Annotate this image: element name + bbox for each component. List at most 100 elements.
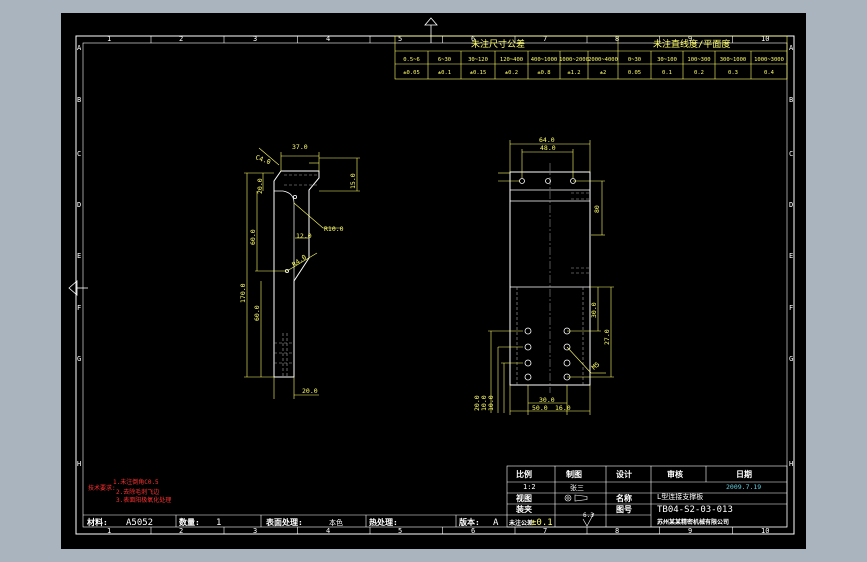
tb-qty-label: 数量: (179, 517, 200, 527)
zone-col-label: 10 (761, 527, 769, 535)
projection-symbol-icon (564, 494, 588, 502)
right-dim-thread: M5 (590, 360, 601, 371)
tolerance-value-cell: ±0.05 (403, 70, 420, 76)
left-view (273, 170, 320, 378)
tolerance-title-left: 未注尺寸公差 (471, 38, 525, 50)
zone-row-label: A (789, 44, 794, 52)
zone-col-label: 1 (107, 35, 111, 43)
zone-row-label: E (789, 252, 793, 260)
tolerance-value-cell: ±1.2 (567, 70, 580, 76)
left-dim-total-height: 170.0 (239, 283, 247, 303)
left-dim-radius: R10.0 (324, 225, 344, 233)
tb-version-label: 版本: (458, 517, 480, 527)
tolerance-value-cell: ±0.15 (470, 70, 487, 76)
tolerance-range-cell: 30~120 (468, 57, 488, 63)
zone-row-label: H (789, 460, 793, 468)
tolerance-cells: 0.5~6 ±0.05 6~30 ±0.1 30~120 ±0.15 120~400 ±0.2… (403, 51, 784, 79)
left-dim-slot: 15.0 (349, 173, 357, 189)
tolerance-value-cell: 0.1 (662, 70, 672, 76)
right-view-holes (519, 178, 576, 381)
zone-row-label: D (789, 201, 793, 209)
right-dim-lower: 27.0 (603, 329, 611, 345)
zone-col-label: 1 (107, 527, 111, 535)
tb-date-value: 2009.7.19 (726, 483, 761, 491)
tb-surface-label: 表面处理: (265, 517, 303, 527)
tolerance-value-cell: 0.3 (728, 70, 738, 76)
right-dim-v3: 10.0 (487, 395, 495, 411)
tb-drawn-value: 张三 (570, 483, 584, 492)
tolerance-value-cell: 0.05 (628, 70, 641, 76)
notes-line-1: 1.未注倒角C0.5 (113, 478, 159, 486)
tb-scale-value: 1:2 (523, 483, 536, 491)
zone-col-label: 9 (688, 527, 692, 535)
tolerance-range-cell: 400~1000 (531, 57, 558, 63)
zone-row-label: H (77, 460, 81, 468)
tolerance-range-cell: 30~100 (657, 57, 677, 63)
right-dim-top: 80 (593, 205, 601, 213)
left-dim-top-height: 20.0 (256, 178, 264, 194)
tb-drawing-no-value: TB04-S2-03-013 (657, 505, 733, 515)
tolerance-value-cell: ±2 (600, 70, 607, 76)
tb-company: 苏州某某精密机械有限公司 (657, 518, 729, 526)
tb-date-label: 日期 (736, 469, 752, 479)
tolerance-range-cell: 120~400 (500, 57, 523, 63)
zone-col-label: 6 (471, 527, 475, 535)
tolerance-value-cell: ±0.8 (537, 70, 550, 76)
tolerance-range-cell: 0.5~6 (403, 57, 420, 63)
sheet-border (75, 35, 795, 535)
zone-rows-right: A B C D E F G H (789, 44, 794, 468)
zone-col-label: 2 (179, 527, 183, 535)
zone-col-label: 8 (615, 527, 619, 535)
tolerance-value-cell: 0.4 (764, 70, 775, 76)
zone-col-label: 5 (398, 527, 402, 535)
tolerance-value-cell: ±0.1 (438, 70, 451, 76)
tolerance-value-cell: 0.2 (694, 70, 704, 76)
north-arrow-icon (424, 17, 438, 26)
tolerance-value-cell: ±0.2 (505, 70, 518, 76)
notes-line-3: 3.表面阳极氧化处理 (116, 496, 171, 504)
right-dim-width: 64.0 (539, 136, 555, 144)
left-dim-width: 37.0 (292, 143, 308, 151)
tolerance-range-cell: 300~1000 (720, 57, 747, 63)
left-dim-upper: 60.0 (249, 229, 257, 245)
tb-surface-value: 本色 (329, 518, 343, 527)
inner-border (82, 42, 788, 528)
zone-row-label: D (77, 201, 81, 209)
tolerance-range-cell: 0~30 (628, 57, 641, 63)
tolerance-range-cell: 1000~2000 (559, 57, 589, 63)
tolerance-title-right: 未注直线度/平面度 (653, 38, 730, 50)
tb-projection-label: 视图 (516, 493, 532, 503)
right-view-dimensions (488, 140, 614, 415)
tb-tolerance-value: ±0.1 (531, 518, 553, 528)
tb-material-value: A5052 (126, 518, 153, 528)
right-dim-hole-pitch: 48.0 (540, 144, 556, 152)
zone-col-label: 7 (543, 527, 547, 535)
zone-col-label: 3 (253, 35, 257, 43)
tb-heat-label: 热处理: (369, 517, 398, 527)
notes-title: 技术要求: (88, 484, 116, 492)
cad-drawing: 1 2 3 4 5 6 7 8 9 10 1 2 3 4 5 6 7 8 9 10 ABCDEFGH ABCDEFG… (68, 17, 795, 535)
zone-col-label: 4 (326, 527, 330, 535)
notes-line-2: 2.去除毛刺飞边 (116, 488, 159, 496)
left-dim-chamfer: C4.0 (254, 153, 272, 166)
tb-design-label: 设计 (616, 469, 632, 479)
tolerance-range-cell: 2000~4000 (588, 57, 618, 63)
left-dim-base: 20.0 (302, 387, 318, 395)
tb-material-label: 材料: (87, 517, 108, 527)
zone-rows-left: A B C D E F G H (77, 44, 82, 468)
tolerance-range-cell: 1000~3000 (754, 57, 784, 63)
left-dim-lower: 60.0 (253, 305, 261, 321)
zone-row-label: G (789, 355, 793, 363)
tb-name-label: 名称 (616, 493, 632, 503)
right-dim-slot: 30.0 (590, 302, 598, 318)
tb-check-label: 审核 (667, 469, 683, 479)
zone-row-label: A (77, 44, 82, 52)
right-dim-hole-span: 30.0 (539, 396, 555, 404)
zone-row-label: G (77, 355, 81, 363)
tolerance-range-cell: 6~30 (438, 57, 451, 63)
drawing-viewport[interactable]: 1 2 3 4 5 6 7 8 9 10 1 2 3 4 5 6 7 8 9 10 ABCDEFGH ABCDEFG… (61, 13, 806, 549)
zone-row-label: E (77, 252, 81, 260)
zone-row-label: B (789, 96, 793, 104)
zone-col-label: 2 (179, 35, 183, 43)
zone-row-label: F (77, 304, 81, 312)
